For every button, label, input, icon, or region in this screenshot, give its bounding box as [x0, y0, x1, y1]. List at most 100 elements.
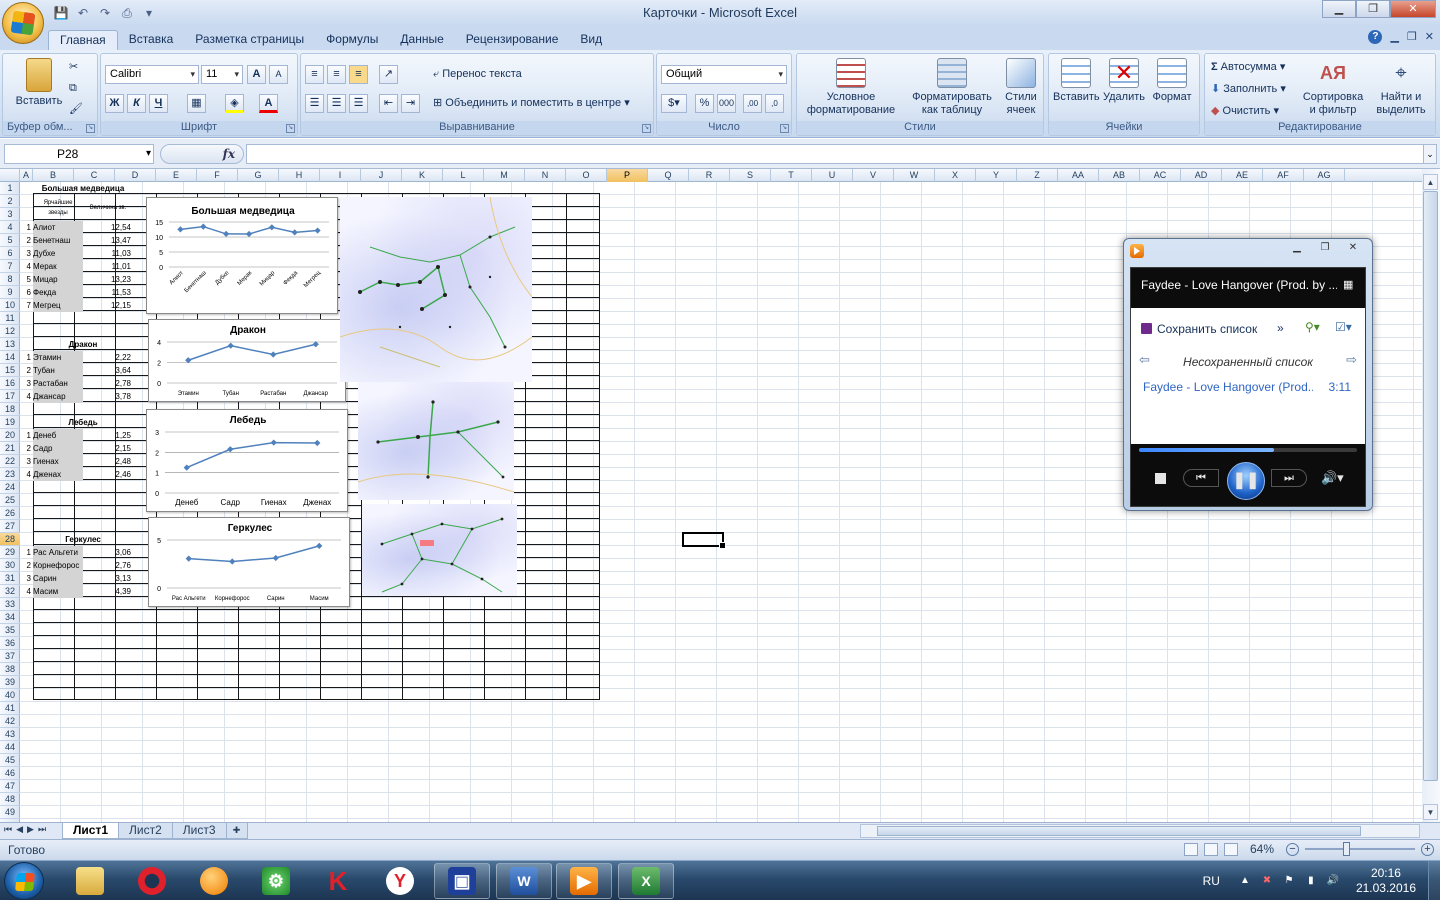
star-name-cell[interactable]: Этамин	[33, 351, 83, 364]
row-header[interactable]: 17	[0, 390, 20, 403]
star-index-cell[interactable]: 1	[20, 546, 33, 559]
wrap-text-button[interactable]: ⤶ Перенос текста	[433, 65, 522, 85]
decrease-indent-icon[interactable]: ⇤	[379, 94, 399, 114]
star-value-cell[interactable]: 4,39	[83, 585, 133, 598]
copy-icon[interactable]: ⧉	[69, 79, 77, 99]
minimize-button[interactable]: ▁	[1322, 0, 1356, 18]
volume-icon[interactable]: 🔊▾	[1321, 470, 1344, 486]
tray-app-icon[interactable]: ✖	[1260, 874, 1274, 888]
star-value-cell[interactable]: 13,23	[83, 273, 133, 286]
cygnus-title-cell[interactable]: Лебедь	[33, 416, 133, 429]
row-header[interactable]: 20	[0, 429, 20, 442]
format-cells-button[interactable]: Формат	[1149, 58, 1195, 104]
taskbar-explorer[interactable]	[62, 863, 118, 899]
star-map-cygnus-image[interactable]	[358, 382, 514, 500]
column-header[interactable]: B	[33, 169, 74, 182]
delete-cells-button[interactable]: ✕ Удалить	[1101, 58, 1147, 104]
star-index-cell[interactable]: 1	[20, 429, 33, 442]
star-index-cell[interactable]: 4	[20, 390, 33, 403]
star-name-cell[interactable]: Фекда	[33, 286, 83, 299]
row-header[interactable]: 36	[0, 637, 20, 650]
font-color-button[interactable]: A	[259, 94, 279, 114]
next-sheet-icon[interactable]: ▶	[27, 824, 34, 835]
column-header[interactable]: AA	[1058, 169, 1099, 182]
row-header[interactable]: 10	[0, 299, 20, 312]
column-header[interactable]: F	[197, 169, 238, 182]
column-header[interactable]: U	[812, 169, 853, 182]
row-header[interactable]: 8	[0, 273, 20, 286]
save-list-button[interactable]: Сохранить список	[1141, 322, 1257, 336]
row-header[interactable]: 19	[0, 416, 20, 429]
star-value-cell[interactable]: 3,06	[83, 546, 133, 559]
align-left-icon[interactable]: ☰	[305, 94, 325, 114]
column-header[interactable]: H	[279, 169, 320, 182]
number-launcher-icon[interactable]: ↘	[780, 124, 789, 133]
stop-icon[interactable]	[1155, 473, 1166, 484]
underline-button[interactable]: Ч	[149, 94, 169, 114]
column-header[interactable]: Z	[1017, 169, 1058, 182]
star-value-cell[interactable]: 2,22	[83, 351, 133, 364]
start-button[interactable]	[4, 862, 44, 900]
chart-cygnus[interactable]: Лебедь 0 1 2 3 Денеб Садр Гиенах Дженах	[146, 409, 348, 512]
star-name-cell[interactable]: Мицар	[33, 273, 83, 286]
row-header[interactable]: 11	[0, 312, 20, 325]
merge-center-button[interactable]: ⊞ Объединить и поместить в центре ▾	[433, 94, 630, 114]
autosum-button[interactable]: Σ Автосумма ▾	[1211, 58, 1285, 78]
star-value-cell[interactable]: 11,53	[83, 286, 133, 299]
cut-icon[interactable]: ✂	[69, 58, 78, 78]
taskbar-excel[interactable]: X	[618, 863, 674, 899]
fill-color-button[interactable]: ◈	[225, 94, 245, 114]
star-value-cell[interactable]: 2,48	[83, 455, 133, 468]
row-header[interactable]: 44	[0, 741, 20, 754]
row-header[interactable]: 42	[0, 715, 20, 728]
column-header[interactable]: AE	[1222, 169, 1263, 182]
seek-bar[interactable]	[1139, 448, 1357, 452]
font-name-combo[interactable]: Calibri	[105, 65, 199, 84]
zoom-slider[interactable]	[1305, 842, 1415, 856]
column-header[interactable]: V	[853, 169, 894, 182]
increase-decimal-button[interactable]: ,00	[743, 94, 763, 114]
star-index-cell[interactable]: 2	[20, 442, 33, 455]
star-name-cell[interactable]: Сарин	[33, 572, 83, 585]
column-header[interactable]: G	[238, 169, 279, 182]
name-box[interactable]: P28	[4, 144, 154, 164]
percent-button[interactable]: %	[695, 94, 715, 114]
help-icon[interactable]: ?	[1368, 30, 1383, 44]
star-name-cell[interactable]: Джансар	[33, 390, 83, 403]
star-value-cell[interactable]: 2,46	[83, 468, 133, 481]
column-header[interactable]: AB	[1099, 169, 1140, 182]
column-header[interactable]: X	[935, 169, 976, 182]
column-header[interactable]: K	[402, 169, 443, 182]
insert-function-button[interactable]: fx	[223, 147, 235, 161]
number-format-combo[interactable]: Общий	[661, 65, 787, 84]
find-select-button[interactable]: ⌖ Найти и выделить	[1369, 58, 1433, 117]
column-header[interactable]: L	[443, 169, 484, 182]
star-value-cell[interactable]: 2,15	[83, 442, 133, 455]
page-layout-view-icon[interactable]	[1203, 842, 1218, 856]
last-sheet-icon[interactable]: ⏭	[38, 824, 46, 835]
star-name-cell[interactable]: Масим	[33, 585, 83, 598]
star-name-cell[interactable]: Мегрец	[33, 299, 83, 312]
column-header[interactable]: C	[74, 169, 115, 182]
playlist-item[interactable]: Faydee - Love Hangover (Prod... 3:11	[1135, 380, 1361, 396]
column-header[interactable]: AF	[1263, 169, 1304, 182]
tab-0[interactable]: Главная	[48, 30, 118, 50]
row-header[interactable]: 24	[0, 481, 20, 494]
font-size-combo[interactable]: 11	[201, 65, 243, 84]
star-value-cell[interactable]: 2,78	[83, 377, 133, 390]
paste-button[interactable]: Вставить	[11, 58, 67, 108]
active-cell-selection[interactable]	[682, 532, 726, 549]
maximize-button[interactable]: ❐	[1356, 0, 1390, 18]
draco-title-cell[interactable]: Дракон	[33, 338, 133, 351]
clock[interactable]: 20:16 21.03.2016	[1356, 866, 1416, 896]
star-index-cell[interactable]: 5	[20, 273, 33, 286]
prev-sheet-icon[interactable]: ◀	[16, 824, 23, 835]
row-header[interactable]: 5	[0, 234, 20, 247]
row-header[interactable]: 49	[0, 806, 20, 819]
tab-4[interactable]: Данные	[389, 30, 454, 50]
hercules-title-cell[interactable]: Геркулес	[33, 533, 133, 546]
media-player-minimize-icon[interactable]: ▁	[1284, 241, 1310, 257]
vertical-scrollbar[interactable]: ▲ ▼	[1422, 169, 1440, 822]
row-header[interactable]: 45	[0, 754, 20, 767]
first-sheet-icon[interactable]: ⏮	[4, 824, 12, 835]
